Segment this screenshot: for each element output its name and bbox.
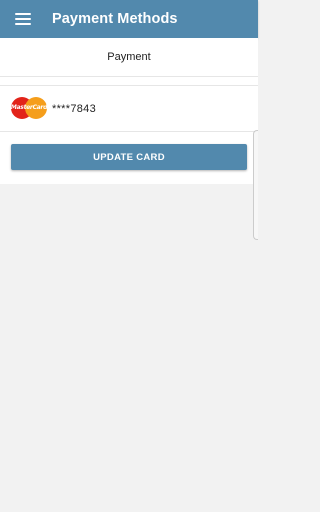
hamburger-menu-icon[interactable] [15, 13, 31, 25]
saved-card-row[interactable]: MasterCard ****7843 [0, 86, 258, 132]
mastercard-logo-text: MasterCard [10, 103, 48, 111]
edge-panel-handle[interactable] [253, 130, 258, 240]
app-bar: Payment Methods [0, 0, 258, 38]
button-container: UPDATE CARD [0, 132, 258, 182]
page-title: Payment Methods [52, 11, 178, 27]
masked-card-number: ****7843 [52, 102, 96, 115]
payment-section-header: Payment [0, 38, 258, 77]
update-card-button[interactable]: UPDATE CARD [11, 144, 247, 170]
section-divider [0, 77, 258, 86]
mastercard-logo-icon: MasterCard [10, 96, 48, 121]
payment-section: Payment MasterCard ****7843 UPDATE CARD [0, 38, 258, 184]
